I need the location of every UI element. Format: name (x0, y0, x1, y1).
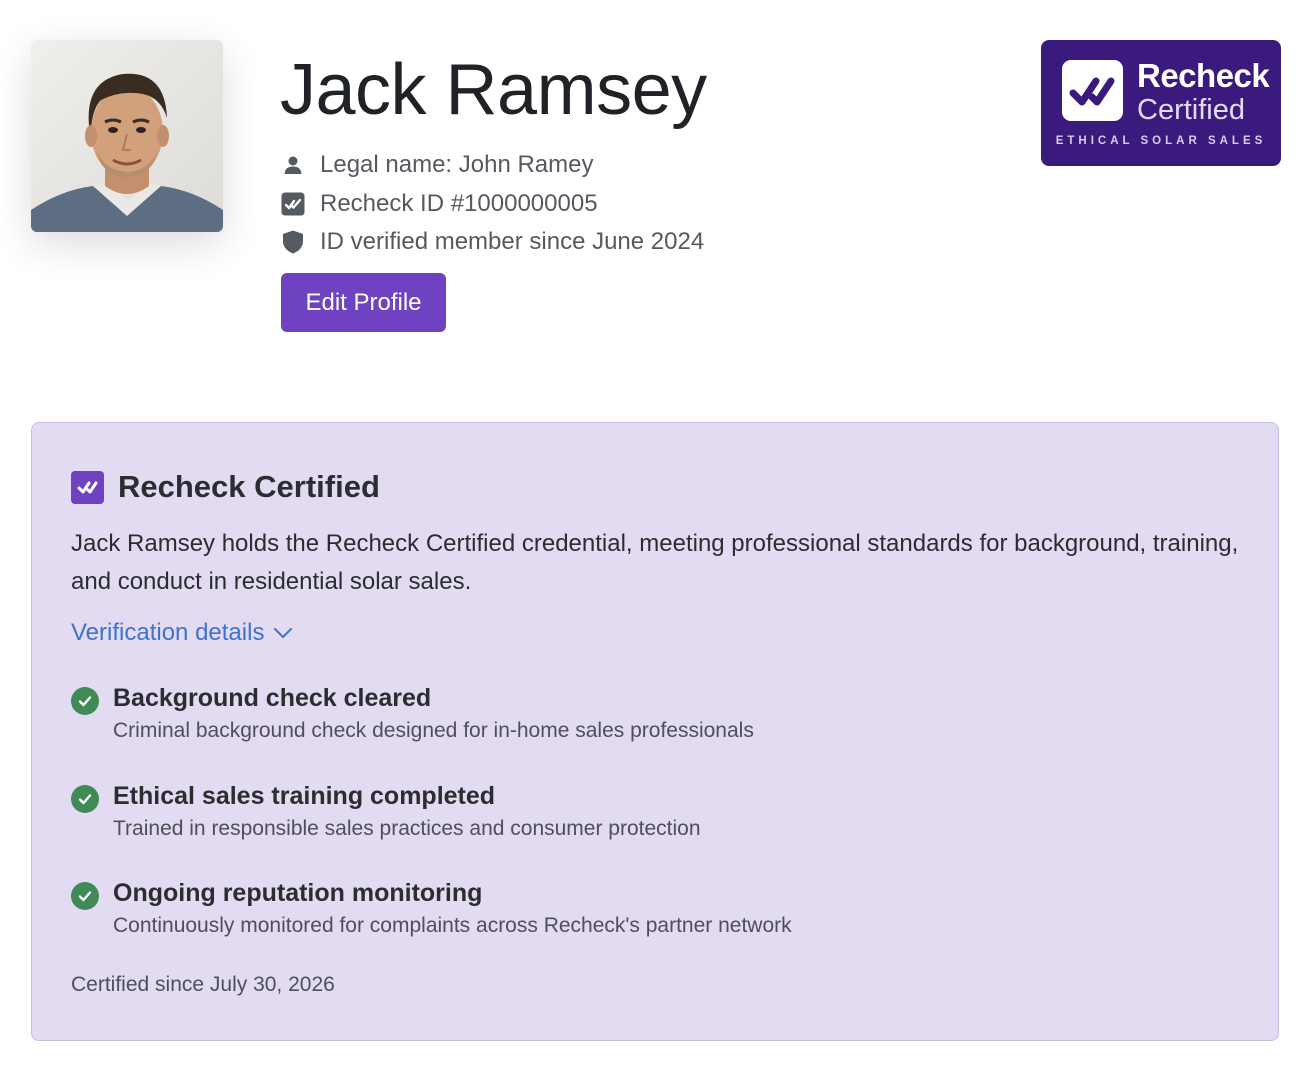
item-title: Ethical sales training completed (113, 781, 496, 810)
check-circle-icon (71, 882, 99, 910)
edit-profile-button[interactable]: Edit Profile (281, 273, 446, 332)
check-circle-icon (71, 687, 99, 715)
card-title: Recheck Certified (118, 469, 380, 504)
legal-name-row: Legal name: John Ramey (281, 146, 704, 185)
recheck-id-row: Recheck ID #1000000005 (281, 185, 704, 224)
certification-card: Recheck Certified Jack Ramsey holds the … (31, 422, 1279, 1041)
verified-since-row: ID verified member since June 2024 (281, 223, 704, 262)
item-title: Background check cleared (113, 684, 432, 712)
verified-since: ID verified member since June 2024 (320, 228, 705, 256)
chevron-down-icon (273, 627, 293, 639)
person-icon (281, 153, 305, 177)
recheck-logo-icon (1062, 60, 1123, 121)
shield-icon (281, 230, 305, 254)
list-item: Background check cleared Criminal backgr… (71, 681, 792, 779)
certified-since: Certified since July 30, 2026 (71, 973, 335, 996)
item-description: Criminal background check designed for i… (113, 719, 754, 742)
list-item: Ongoing reputation monitoring Continuous… (71, 876, 792, 974)
verification-details-link[interactable]: Verification details (71, 619, 293, 647)
recheck-check-icon (71, 470, 104, 504)
card-header: Recheck Certified (71, 469, 380, 505)
card-description: Jack Ramsey holds the Recheck Certified … (71, 530, 1239, 595)
item-description: Continuously monitored for complaints ac… (113, 914, 792, 937)
item-title: Ongoing reputation monitoring (113, 879, 483, 907)
legal-name: Legal name: John Ramey (320, 151, 594, 179)
recheck-check-icon (281, 192, 305, 216)
verification-details-label: Verification details (71, 619, 265, 646)
badge-subtitle: Certified (1137, 94, 1245, 126)
recheck-id: Recheck ID #1000000005 (320, 189, 598, 217)
list-item: Ethical sales training completed Trained… (71, 779, 792, 877)
badge-title: Recheck (1137, 57, 1270, 94)
avatar (31, 40, 223, 232)
check-circle-icon (71, 784, 99, 813)
badge-tagline: ETHICAL SOLAR SALES (1055, 135, 1267, 147)
verification-list: Background check cleared Criminal backgr… (71, 681, 792, 974)
avatar-photo (31, 40, 223, 232)
profile-name: Jack Ramsey (280, 50, 707, 130)
item-description: Trained in responsible sales practices a… (113, 816, 701, 840)
recheck-certified-badge: Recheck Certified ETHICAL SOLAR SALES (1041, 40, 1281, 166)
profile-meta: Legal name: John Ramey Recheck ID #10000… (281, 146, 704, 262)
